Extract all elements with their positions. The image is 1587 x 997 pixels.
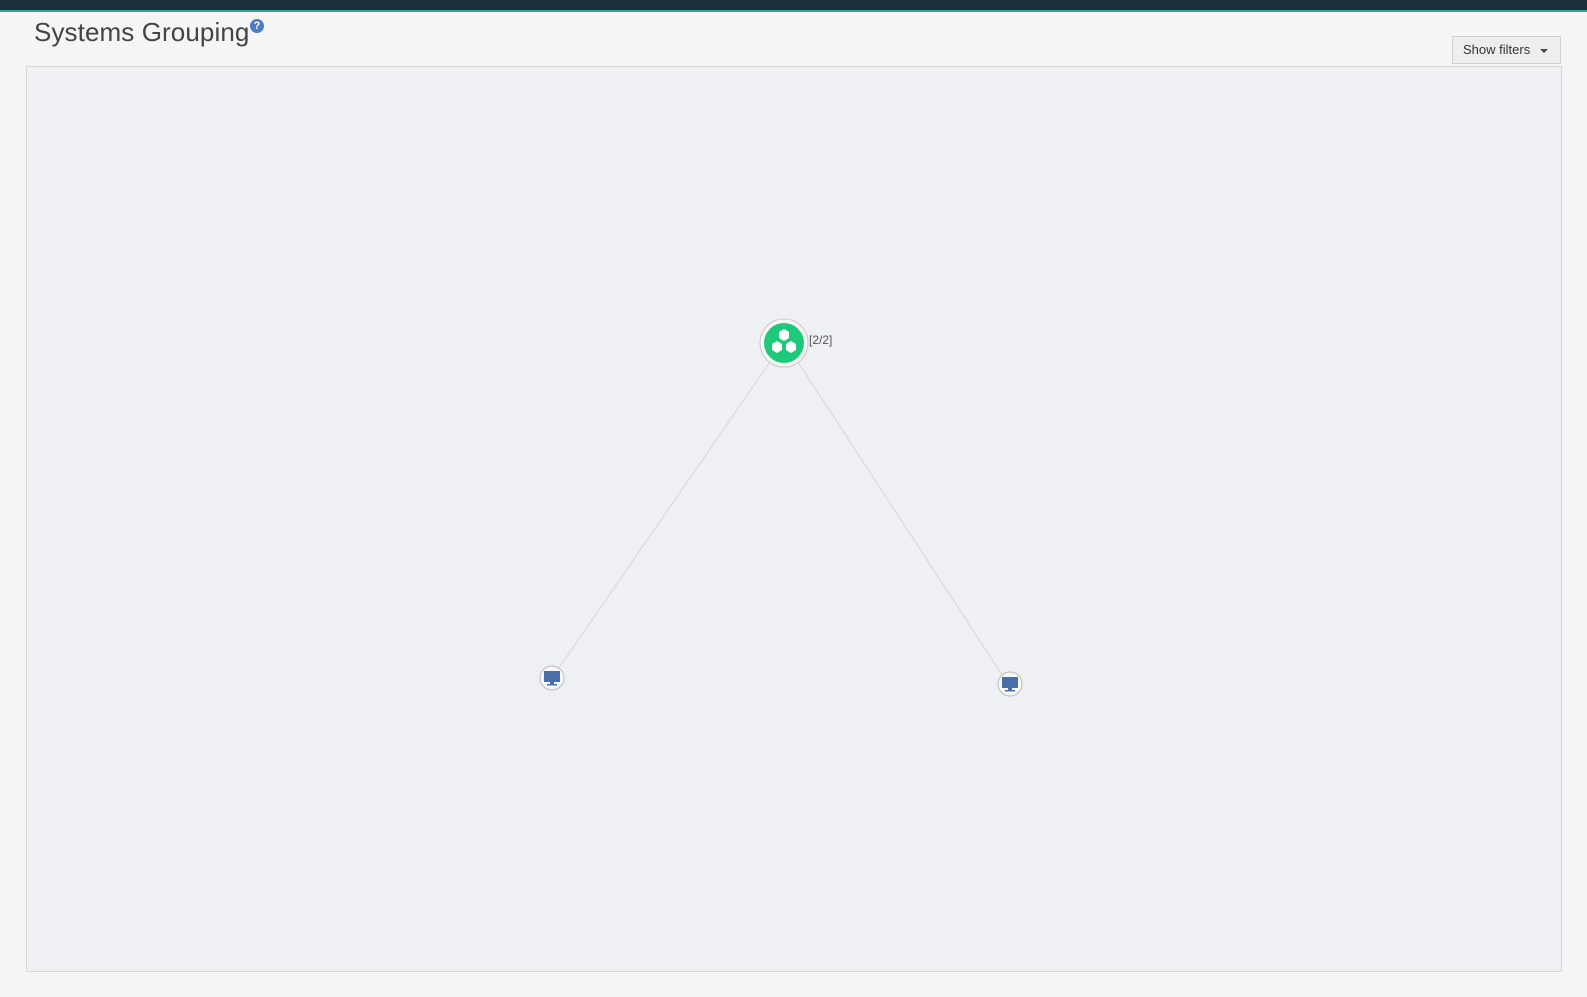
- show-filters-label: Show filters: [1463, 42, 1531, 57]
- graph-svg: [2/2]: [539, 318, 1023, 697]
- graph-canvas[interactable]: [2/2]: [26, 66, 1562, 972]
- graph-edge-right: [795, 358, 1009, 685]
- show-filters-button[interactable]: Show filters: [1452, 36, 1561, 64]
- system-node-right[interactable]: [997, 671, 1023, 697]
- help-question-icon[interactable]: ?: [250, 19, 264, 33]
- graph-edge-left: [551, 358, 773, 679]
- group-node[interactable]: [2/2]: [759, 318, 832, 368]
- page-title: Systems Grouping: [34, 17, 250, 47]
- top-nav-bar: [0, 0, 1587, 12]
- group-node-label: [2/2]: [809, 333, 832, 347]
- caret-down-icon: [1540, 49, 1548, 53]
- system-node-left[interactable]: [539, 665, 565, 691]
